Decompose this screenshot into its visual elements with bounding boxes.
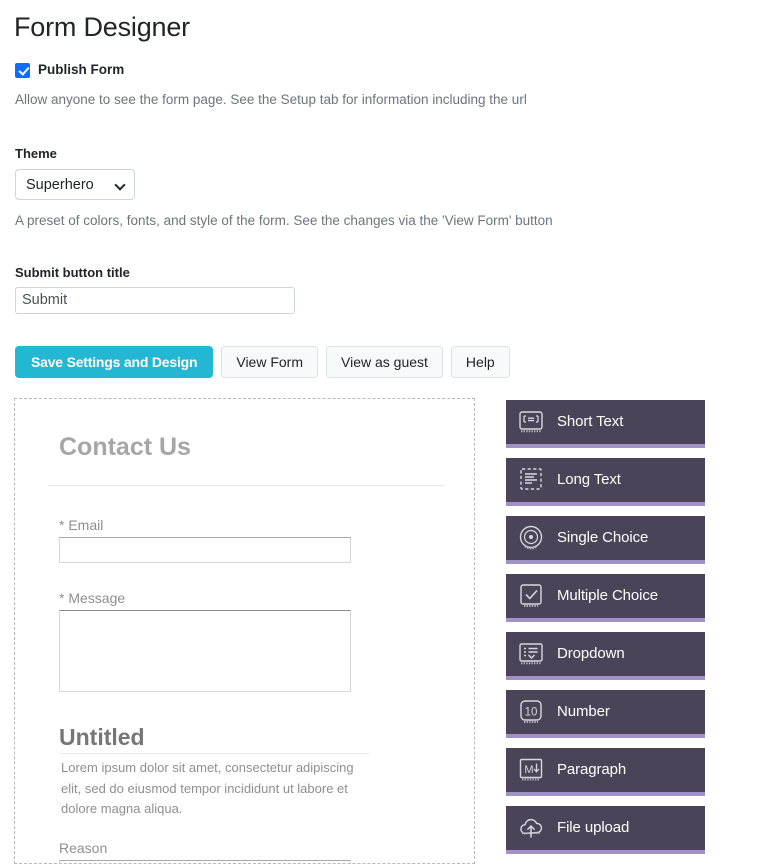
form-preview-title: Contact Us (59, 433, 191, 461)
palette-item-dropdown[interactable]: Dropdown (506, 632, 705, 680)
multiple-choice-icon (520, 584, 542, 607)
action-button-row: Save Settings and Design View Form View … (15, 346, 510, 378)
submit-button-title-label: Submit button title (15, 265, 130, 280)
preview-reason-input[interactable] (59, 860, 351, 863)
number-icon: 10 (520, 700, 542, 723)
palette-item-number[interactable]: 10 Number (506, 690, 705, 738)
palette-item-label: File upload (557, 819, 630, 836)
palette-item-label: Long Text (557, 471, 621, 488)
preview-field-label-message: * Message (59, 590, 126, 606)
form-preview-divider (48, 485, 444, 486)
dropdown-icon (519, 643, 543, 665)
form-designer-page: Form Designer Publish Form Allow anyone … (0, 0, 759, 864)
preview-field-label-email: * Email (59, 517, 104, 533)
palette-item-label: Paragraph (557, 761, 627, 778)
view-form-button[interactable]: View Form (221, 346, 319, 378)
palette-item-label: Number (557, 703, 610, 720)
preview-section-divider (59, 753, 370, 754)
palette-item-label: Multiple Choice (557, 587, 659, 604)
help-button[interactable]: Help (450, 346, 510, 378)
theme-select-value: Superhero (26, 176, 94, 193)
publish-form-help-text: Allow anyone to see the form page. See t… (15, 92, 527, 107)
palette-item-single-choice[interactable]: Single Choice (506, 516, 705, 564)
publish-form-row[interactable]: Publish Form (15, 62, 124, 78)
single-choice-icon (519, 525, 543, 550)
view-as-guest-button[interactable]: View as guest (326, 346, 443, 378)
palette-item-label: Dropdown (557, 645, 625, 662)
theme-help-text: A preset of colors, fonts, and style of … (15, 213, 553, 228)
page-title: Form Designer (14, 12, 190, 42)
preview-field-label-reason: Reason (59, 840, 108, 856)
palette-item-multiple-choice[interactable]: Multiple Choice (506, 574, 705, 622)
svg-text:10: 10 (525, 707, 538, 719)
publish-form-checkbox[interactable] (15, 62, 30, 78)
palette-item-file-upload[interactable]: File upload (506, 806, 705, 854)
palette-item-long-text[interactable]: Long Text (506, 458, 705, 506)
palette-item-short-text[interactable]: Short Text (506, 400, 705, 448)
palette-item-label: Short Text (557, 413, 624, 430)
form-preview-panel[interactable]: Contact Us * Email * Message Untitled Lo… (14, 398, 475, 864)
submit-button-title-input[interactable]: Submit (15, 287, 295, 314)
file-upload-icon (520, 818, 543, 838)
svg-text:M: M (524, 764, 533, 776)
save-settings-and-design-button[interactable]: Save Settings and Design (15, 346, 214, 378)
palette-item-label: Single Choice (557, 529, 649, 546)
preview-section-title: Untitled (59, 724, 145, 750)
paragraph-icon: M (519, 758, 543, 781)
preview-message-textarea[interactable] (59, 610, 351, 692)
chevron-down-icon (116, 180, 126, 190)
theme-label: Theme (15, 146, 57, 161)
long-text-icon (520, 468, 542, 490)
preview-email-input[interactable] (59, 537, 351, 563)
theme-select[interactable]: Superhero (15, 169, 135, 200)
palette-item-paragraph[interactable]: M Paragraph (506, 748, 705, 796)
field-type-palette: Short Text Long Text Single Choice Multi… (506, 400, 705, 854)
short-text-icon (519, 411, 543, 433)
preview-section-body: Lorem ipsum dolor sit amet, consectetur … (61, 760, 354, 816)
publish-form-label: Publish Form (38, 62, 125, 77)
